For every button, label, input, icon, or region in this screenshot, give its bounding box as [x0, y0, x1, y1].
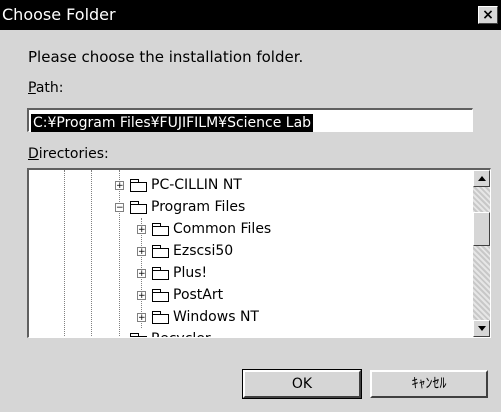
expand-icon[interactable]: +: [137, 225, 146, 235]
scroll-up-button[interactable]: [473, 170, 490, 187]
tree-item[interactable]: + PostArt: [29, 284, 469, 306]
folder-icon: [152, 223, 169, 236]
tree-item-label: Program Files: [151, 199, 246, 215]
tree-item[interactable]: Recycler: [29, 328, 469, 337]
expand-icon[interactable]: +: [137, 269, 146, 279]
instruction-text: Please choose the installation folder.: [28, 48, 304, 66]
path-input-value: C:¥Program Files¥FUJIFILM¥Science Lab: [31, 114, 314, 132]
expand-icon[interactable]: +: [137, 313, 146, 323]
path-label-mnemonic: P: [28, 80, 36, 96]
path-label: Path:: [28, 80, 64, 96]
folder-icon: [152, 245, 169, 258]
folder-icon: [152, 311, 169, 324]
tree-item-label: PC-CILLIN NT: [151, 177, 242, 193]
ok-button[interactable]: OK: [242, 369, 362, 399]
scroll-down-button[interactable]: [473, 320, 490, 337]
directories-label-mnemonic: D: [28, 146, 39, 162]
choose-folder-dialog: Choose Folder × Please choose the instal…: [0, 0, 501, 412]
path-input[interactable]: C:¥Program Files¥FUJIFILM¥Science Lab: [27, 108, 473, 132]
directories-label: Directories:: [28, 146, 109, 162]
expand-icon[interactable]: +: [115, 181, 124, 191]
tree-item-label: Windows NT: [173, 309, 259, 325]
tree-item-label: Ezscsi50: [173, 243, 234, 259]
tree-item[interactable]: + Ezscsi50: [29, 240, 469, 262]
expand-icon[interactable]: +: [137, 247, 146, 257]
collapse-icon[interactable]: −: [115, 203, 124, 213]
window-title: Choose Folder: [2, 5, 116, 24]
folder-icon: [130, 201, 147, 214]
tree-item-label: Common Files: [173, 221, 272, 237]
expand-icon[interactable]: +: [137, 291, 146, 301]
directories-label-rest: irectories:: [38, 146, 109, 162]
scroll-thumb[interactable]: [473, 212, 490, 246]
tree-item[interactable]: − Program Files: [29, 196, 469, 218]
tree-item[interactable]: + Windows NT: [29, 306, 469, 328]
close-button[interactable]: ×: [478, 6, 498, 24]
tree-item-label: Plus!: [173, 265, 208, 281]
folder-icon: [130, 179, 147, 192]
tree-item[interactable]: + Common Files: [29, 218, 469, 240]
folder-icon: [130, 333, 147, 337]
tree-item-label: Recycler: [151, 328, 211, 337]
cancel-button[interactable]: ｷｬﾝｾﾙ: [370, 370, 488, 398]
close-icon: ×: [482, 7, 494, 23]
folder-icon: [152, 289, 169, 302]
folder-icon: [152, 267, 169, 280]
directory-tree[interactable]: + PC-CILLIN NT − Program Files + Common …: [27, 168, 491, 338]
vertical-scrollbar[interactable]: [473, 170, 490, 337]
tree-item[interactable]: + Plus!: [29, 262, 469, 284]
tree-item-label: PostArt: [173, 287, 224, 303]
path-label-rest: ath:: [35, 80, 64, 96]
tree-item[interactable]: + PC-CILLIN NT: [29, 174, 469, 196]
title-bar: Choose Folder ×: [0, 0, 501, 30]
